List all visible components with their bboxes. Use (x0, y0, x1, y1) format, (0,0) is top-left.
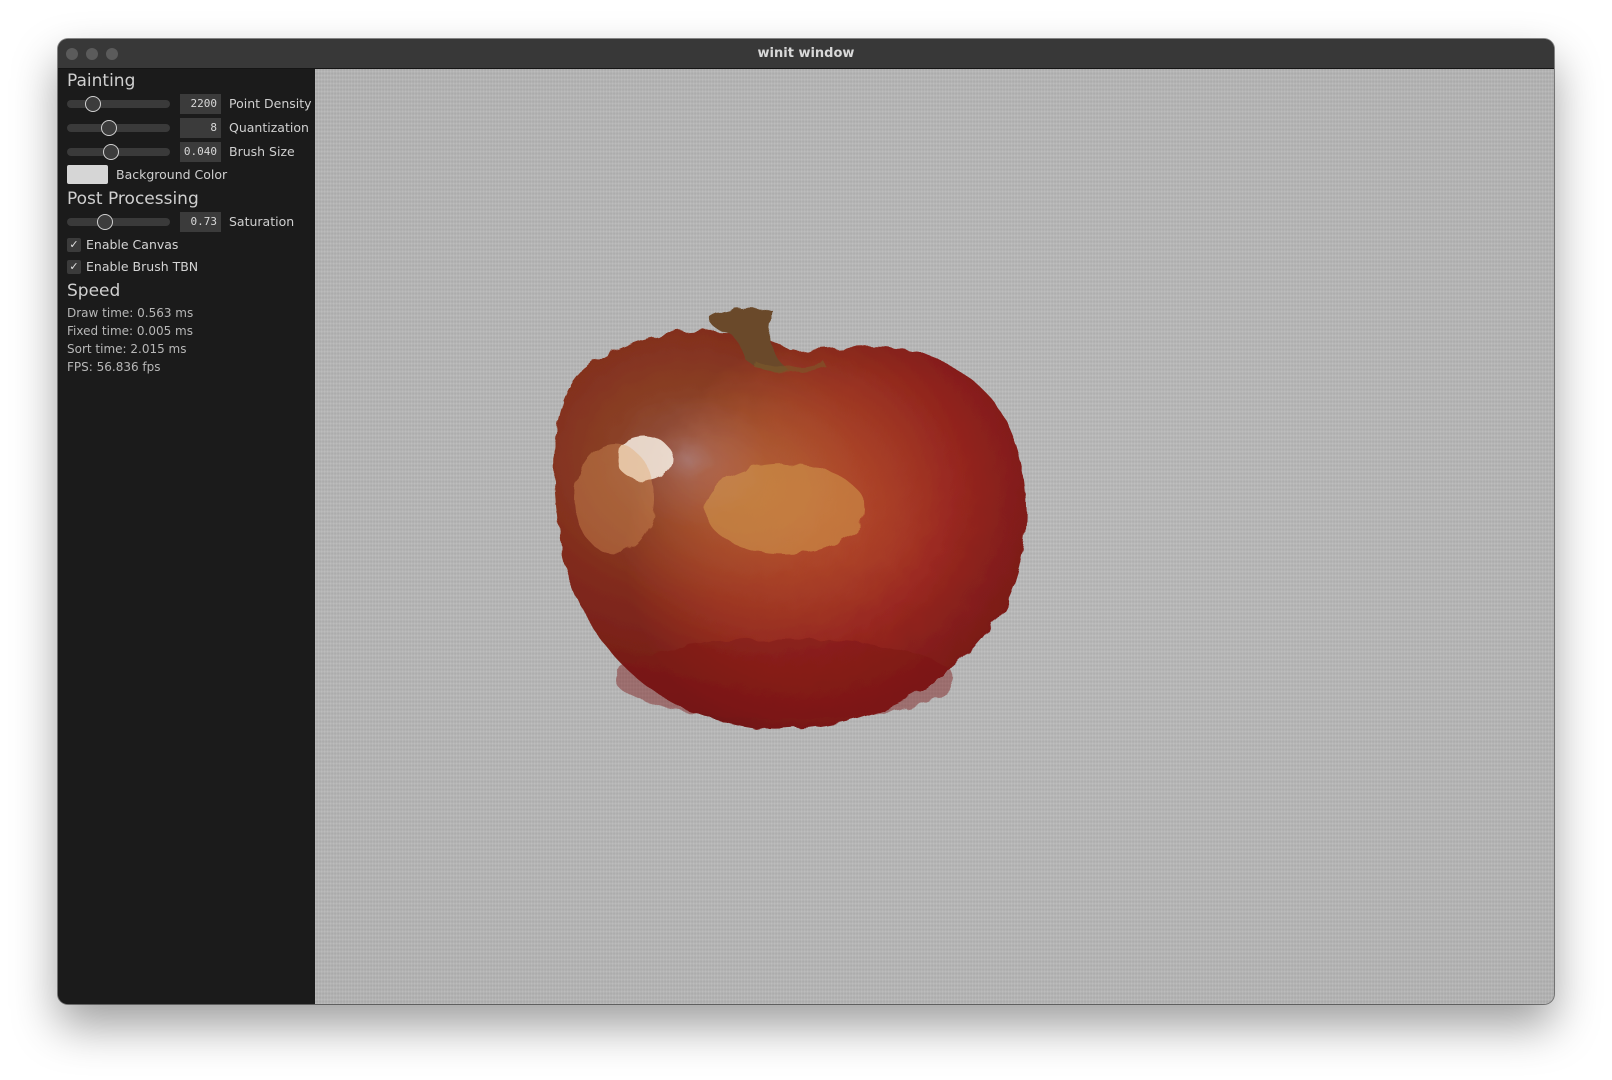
quantization-value[interactable]: 8 (180, 118, 221, 138)
post-processing-heading: Post Processing (67, 189, 199, 209)
enable-brush-tbn-label: Enable Brush TBN (86, 259, 199, 274)
brush-size-label: Brush Size (229, 144, 295, 159)
settings-panel: Painting 2200 Point Density 8 Quantizati… (58, 69, 315, 1004)
quantization-label: Quantization (229, 120, 309, 135)
quantization-row: 8 Quantization (67, 117, 312, 139)
background-color-label: Background Color (116, 167, 228, 182)
painted-apple-image (554, 307, 1027, 730)
enable-canvas-label: Enable Canvas (86, 237, 179, 252)
render-canvas[interactable] (315, 69, 1554, 1004)
saturation-slider-handle[interactable] (97, 214, 114, 230)
point-density-row: 2200 Point Density (67, 93, 312, 115)
saturation-label: Saturation (229, 214, 295, 229)
sort-time-stat: Sort time: 2.015 ms (67, 342, 187, 356)
point-density-label: Point Density (229, 96, 312, 111)
fixed-time-stat: Fixed time: 0.005 ms (67, 324, 193, 338)
quantization-slider[interactable] (67, 124, 170, 132)
fps-stat: FPS: 56.836 fps (67, 360, 161, 374)
speed-heading: Speed (67, 281, 121, 301)
brush-size-slider-handle[interactable] (103, 144, 120, 160)
window-title: winit window (757, 46, 855, 61)
point-density-slider[interactable] (67, 100, 170, 108)
saturation-slider[interactable] (67, 218, 170, 226)
saturation-row: 0.73 Saturation (67, 211, 312, 233)
brush-size-row: 0.040 Brush Size (67, 141, 312, 163)
app-window: winit window Painting 2200 Point Density… (58, 39, 1554, 1004)
enable-canvas-row[interactable]: ✓ Enable Canvas (67, 237, 307, 253)
brush-size-value[interactable]: 0.040 (180, 142, 221, 162)
enable-canvas-checkbox[interactable]: ✓ (67, 238, 81, 252)
point-density-slider-handle[interactable] (84, 96, 101, 112)
enable-brush-tbn-checkbox[interactable]: ✓ (67, 260, 81, 274)
background-color-swatch[interactable] (67, 165, 108, 184)
saturation-value[interactable]: 0.73 (180, 212, 221, 232)
draw-time-stat: Draw time: 0.563 ms (67, 306, 194, 320)
point-density-value[interactable]: 2200 (180, 94, 221, 114)
quantization-slider-handle[interactable] (101, 120, 118, 136)
title-bar[interactable]: winit window (58, 39, 1554, 69)
enable-brush-tbn-row[interactable]: ✓ Enable Brush TBN (67, 259, 307, 275)
painting-heading: Painting (67, 71, 136, 91)
